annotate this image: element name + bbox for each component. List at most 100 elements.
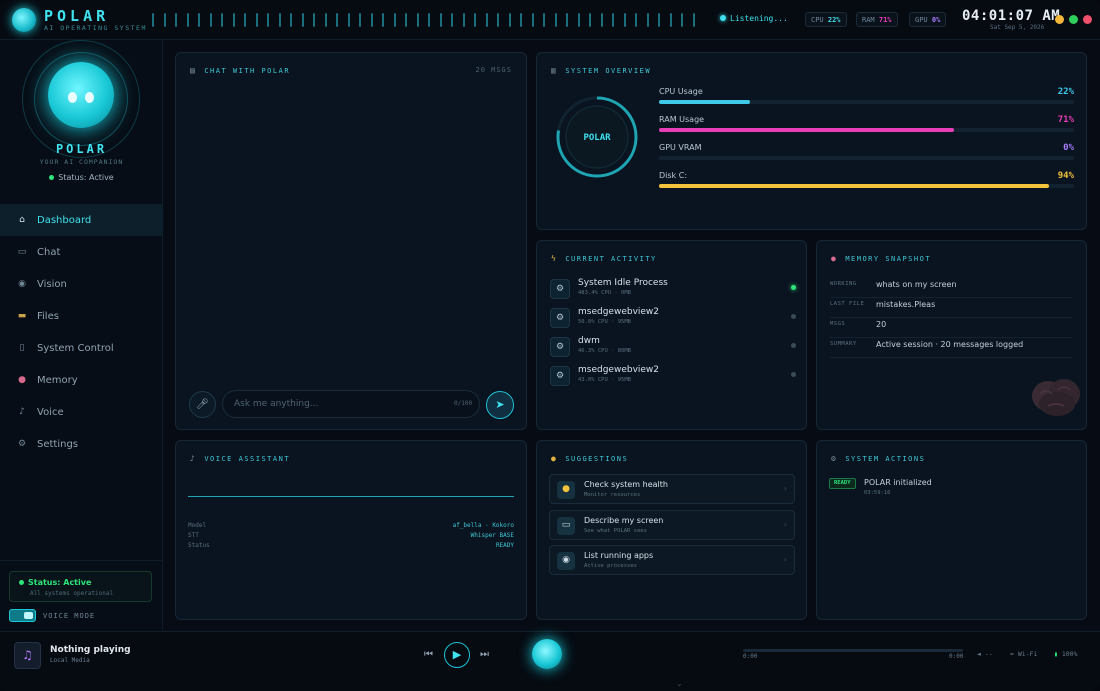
polar-gauge: POLAR (556, 96, 638, 178)
voice-mode-toggle[interactable] (9, 609, 36, 622)
waveform-bar (278, 13, 281, 27)
ram-chip-label: RAM (862, 16, 875, 24)
process-row[interactable]: ⚙ msedgewebview2 50.0% CPU · 95MB (550, 307, 796, 335)
brain-icon: ● (18, 375, 26, 385)
sidebar-item-memory[interactable]: ● Memory (0, 364, 163, 396)
waveform-bar (416, 13, 419, 27)
mic-button[interactable]: 🎤︎ (189, 391, 216, 418)
metric-value: 0% (1063, 143, 1074, 153)
waveform-bar (485, 13, 488, 27)
sidebar-item-vision[interactable]: ◉ Vision (0, 268, 163, 300)
toggle-knob (24, 612, 33, 619)
sidebar-item-label: Memory (37, 374, 78, 386)
seek-bar[interactable] (743, 649, 963, 652)
memory-value: Active session · 20 messages logged (876, 340, 1024, 349)
current-activity-panel: ϟ CURRENT ACTIVITY ⚙ System Idle Process 48… (536, 240, 807, 430)
close-button[interactable] (1083, 15, 1092, 24)
process-row[interactable]: ⚙ System Idle Process 483.4% CPU · 0MB (550, 278, 796, 306)
brain-icon: ● (831, 254, 838, 263)
waveform-bar (577, 13, 580, 27)
suggestion-title: Check system health (584, 480, 668, 489)
system-status-title-text: Status: Active (28, 578, 92, 587)
sidebar-item-files[interactable]: ▬ Files (0, 300, 163, 332)
metric-label: CPU Usage (659, 87, 703, 96)
sidebar-item-system-control[interactable]: ▯ System Control (0, 332, 163, 364)
process-row[interactable]: ⚙ dwm 46.3% CPU · 80MB (550, 336, 796, 364)
system-status-title: Status: Active (19, 578, 91, 587)
previous-track-button[interactable]: ⏮︎ (424, 649, 433, 660)
sidebar-item-label: System Control (37, 342, 114, 354)
suggestion-check-health[interactable]: ● Check system health Monitor resources … (549, 474, 795, 504)
metric-value: 22% (1057, 87, 1074, 97)
listening-indicator: Listening... (720, 14, 788, 23)
chevron-down-icon[interactable]: ⌄ (676, 679, 683, 688)
suggestions-title-text: SUGGESTIONS (565, 455, 629, 463)
battery-status: ▮ 100% (1054, 650, 1078, 658)
metric-track (659, 100, 1074, 104)
waveform-bar (221, 13, 223, 27)
mic-icon: 🎤︎ (196, 399, 209, 410)
sidebar-item-dashboard[interactable]: ⌂ Dashboard (0, 204, 163, 236)
eye-icon: ◉ (557, 552, 575, 570)
assistant-status: Status: Active (0, 173, 163, 182)
system-status-box: Status: Active All systems operational (9, 571, 152, 602)
gear-icon: ⚙ (550, 308, 570, 328)
sidebar-item-settings[interactable]: ⚙ Settings (0, 428, 163, 460)
metric-track (659, 184, 1074, 188)
brand-name: POLAR (44, 7, 110, 25)
polar-orb-button[interactable] (532, 639, 562, 669)
action-log-time: 03:59:16 (864, 490, 891, 496)
listening-text: Listening... (730, 14, 788, 23)
waveform-bar (163, 13, 166, 27)
avatar[interactable] (48, 62, 114, 128)
waveform-visualizer (152, 10, 708, 30)
sidebar-item-chat[interactable]: ▭ Chat (0, 236, 163, 268)
suggestion-title: Describe my screen (584, 516, 664, 525)
minimize-button[interactable] (1055, 15, 1064, 24)
clock-time: 04:01:07 AM (962, 8, 1061, 24)
sidebar-item-label: Vision (37, 278, 67, 290)
chat-icon: ▤ (190, 66, 197, 75)
process-row[interactable]: ⚙ msedgewebview2 43.0% CPU · 95MB (550, 365, 796, 393)
suggestion-list-apps[interactable]: ◉ List running apps Active processes › (549, 545, 795, 575)
waveform-bar (646, 13, 649, 27)
voice-mode-label: VOICE MODE (43, 612, 96, 620)
waveform-bar (313, 13, 315, 27)
waveform-bar (267, 13, 269, 27)
app-window: POLAR AI OPERATING SYSTEM Listening... C… (0, 0, 1100, 691)
gear-icon: ⚙ (831, 454, 838, 463)
chat-input[interactable] (222, 390, 480, 418)
time-total: 0:00 (949, 653, 964, 660)
volume-value: -- (984, 650, 993, 658)
volume-control[interactable]: ◄ -- (977, 650, 993, 658)
chat-title: ▤ CHAT WITH POLAR (190, 66, 290, 75)
play-button[interactable]: ▶ (444, 642, 470, 668)
memory-value: whats on my screen (876, 280, 957, 289)
action-log-text: POLAR initialized (864, 478, 932, 487)
gear-icon: ⚙ (550, 337, 570, 357)
home-icon: ⌂ (19, 215, 25, 225)
metric-label: GPU VRAM (659, 143, 702, 152)
waveform-bar (290, 13, 292, 27)
waveform-bar (336, 13, 338, 27)
waveform-bar (462, 13, 465, 27)
memory-row: WORKING whats on my screen (830, 278, 1072, 298)
send-button[interactable]: ➤ (486, 391, 514, 419)
suggestion-subtitle: Monitor resources (584, 492, 641, 498)
waveform-bar (324, 13, 327, 27)
memory-snapshot-title-text: MEMORY SNAPSHOT (845, 255, 932, 263)
folder-icon: ▬ (17, 311, 27, 321)
waveform-bar (209, 13, 212, 27)
suggestion-describe-screen[interactable]: ▭ Describe my screen See what POLAR sees… (549, 510, 795, 540)
chat-panel: ▤ CHAT WITH POLAR 20 MSGS 🎤︎ 0/100 ➤ (175, 52, 527, 430)
suggestions-panel: ● SUGGESTIONS ● Check system health Monit… (536, 440, 807, 620)
next-track-button[interactable]: ⏭︎ (480, 649, 489, 660)
waveform-bar (669, 13, 672, 27)
process-status-dot-icon (791, 314, 796, 319)
gear-icon: ⚙ (17, 439, 27, 449)
metric-fill (659, 100, 751, 104)
system-actions-title: ⚙ SYSTEM ACTIONS (831, 454, 925, 463)
maximize-button[interactable] (1069, 15, 1078, 24)
gpu-chip: GPU 0% (909, 12, 947, 27)
sidebar-item-voice[interactable]: ♪ Voice (0, 396, 163, 428)
